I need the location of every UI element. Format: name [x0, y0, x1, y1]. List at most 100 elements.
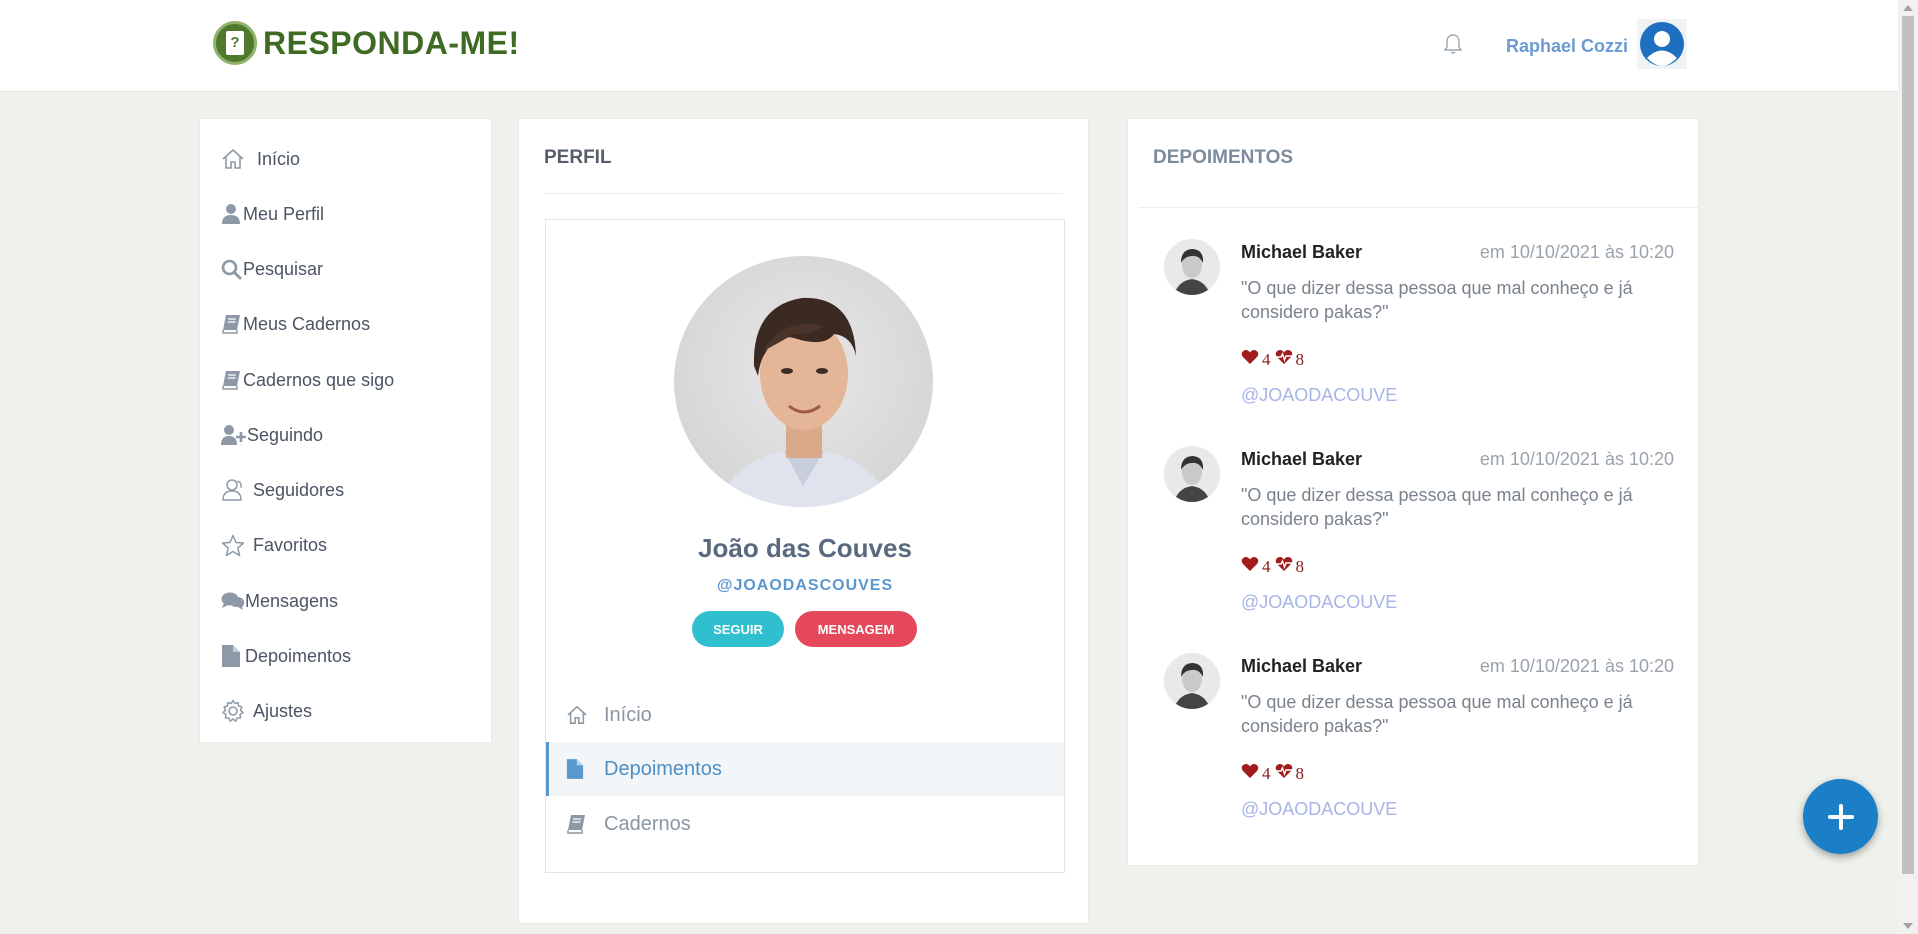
home-icon — [566, 705, 588, 725]
logo-mark-icon: ? — [213, 21, 257, 65]
reactions: 4 8 — [1241, 349, 1308, 370]
home-icon — [221, 147, 247, 171]
logo-mark-glyph: ? — [226, 31, 244, 55]
sidebar-item-favoritos[interactable]: Favoritos — [221, 530, 327, 560]
divider — [544, 193, 1063, 194]
sidebar-item-meu-perfil[interactable]: Meu Perfil — [221, 199, 324, 229]
like-count: 4 — [1262, 763, 1271, 783]
users-icon — [221, 478, 247, 502]
author-avatar[interactable] — [1164, 653, 1220, 709]
testimonial-handle[interactable]: @JOAODACOUVE — [1241, 385, 1397, 406]
author-avatar[interactable] — [1164, 446, 1220, 502]
testimonial-text: "O que dizer dessa pessoa que mal conheç… — [1241, 278, 1633, 322]
current-user-name[interactable]: Raphael Cozzi — [1506, 36, 1628, 57]
sidebar: Início Meu Perfil Pesquisar Meus Caderno… — [199, 118, 492, 743]
sidebar-item-label: Cadernos que sigo — [243, 369, 395, 390]
sidebar-item-seguidores[interactable]: Seguidores — [221, 475, 344, 505]
author-name[interactable]: Michael Baker — [1241, 656, 1362, 677]
scroll-up-arrow-icon[interactable] — [1903, 5, 1913, 11]
testimonial-item: Michael Baker em 10/10/2021 às 10:20 "O … — [1164, 653, 1674, 843]
page-scrollbar[interactable] — [1898, 0, 1918, 934]
sidebar-item-label: Pesquisar — [243, 258, 324, 279]
tab-inicio[interactable]: Início — [546, 688, 1064, 742]
sidebar-item-ajustes[interactable]: Ajustes — [221, 696, 312, 726]
tab-label: Depoimentos — [604, 757, 722, 780]
testimonial-text: "O que dizer dessa pessoa que mal conheç… — [1241, 485, 1633, 529]
file-icon — [221, 644, 245, 668]
tab-depoimentos[interactable]: Depoimentos — [546, 742, 1064, 796]
sidebar-item-label: Seguidores — [253, 479, 345, 500]
file-icon — [566, 758, 588, 780]
profile-panel: PERFIL João das Couves @JOAODASCOUVES SE… — [518, 118, 1089, 924]
heart-pulse-icon[interactable] — [1275, 349, 1293, 370]
profile-panel-title: PERFIL — [544, 147, 612, 168]
sidebar-item-label: Meu Perfil — [243, 203, 325, 224]
author-name[interactable]: Michael Baker — [1241, 242, 1362, 263]
testimonial-handle[interactable]: @JOAODACOUVE — [1241, 799, 1397, 820]
sidebar-item-label: Seguindo — [247, 424, 324, 445]
heart-count: 8 — [1295, 556, 1305, 576]
follow-button[interactable]: SEGUIR — [692, 611, 784, 647]
sidebar-item-label: Depoimentos — [245, 645, 352, 666]
heart-count: 8 — [1295, 763, 1305, 783]
plus-icon — [1827, 803, 1854, 830]
tab-label: Cadernos — [604, 812, 691, 835]
author-avatar[interactable] — [1164, 239, 1220, 295]
sidebar-item-label: Meus Cadernos — [243, 313, 371, 334]
divider — [1138, 207, 1698, 208]
tab-cadernos[interactable]: Cadernos — [546, 797, 1064, 851]
heart-pulse-icon[interactable] — [1275, 556, 1293, 577]
heart-pulse-icon[interactable] — [1275, 763, 1293, 784]
gear-icon — [221, 699, 247, 723]
sidebar-item-inicio[interactable]: Início — [221, 144, 300, 174]
add-fab-button[interactable] — [1803, 779, 1878, 854]
heart-icon[interactable] — [1241, 349, 1259, 370]
heart-icon[interactable] — [1241, 763, 1259, 784]
testimonial-date: em 10/10/2021 às 10:20 — [1479, 449, 1674, 469]
sidebar-item-label: Ajustes — [253, 700, 313, 721]
author-name[interactable]: Michael Baker — [1241, 449, 1362, 470]
book-icon — [566, 814, 588, 834]
user-icon — [221, 202, 243, 226]
current-user-avatar[interactable] — [1637, 19, 1687, 69]
testimonial-date: em 10/10/2021 às 10:20 — [1479, 242, 1674, 262]
like-count: 4 — [1262, 556, 1271, 576]
sidebar-item-depoimentos[interactable]: Depoimentos — [221, 641, 351, 671]
heart-count: 8 — [1295, 349, 1305, 369]
tab-label: Início — [604, 703, 652, 726]
profile-handle[interactable]: @JOAODASCOUVES — [546, 577, 1064, 595]
testimonials-panel: DEPOIMENTOS Michael Baker em 10/10/2021 … — [1127, 118, 1699, 866]
reactions: 4 8 — [1241, 763, 1308, 784]
user-plus-icon — [221, 423, 247, 447]
testimonial-handle[interactable]: @JOAODACOUVE — [1241, 592, 1397, 613]
app-logo[interactable]: ? RESPONDA-ME! — [213, 21, 520, 65]
message-button[interactable]: MENSAGEM — [795, 611, 917, 647]
sidebar-item-meus-cadernos[interactable]: Meus Cadernos — [221, 309, 370, 339]
user-avatar-icon — [1640, 22, 1684, 66]
top-navbar: ? RESPONDA-ME! Raphael Cozzi — [0, 0, 1898, 92]
book-icon — [221, 368, 243, 392]
heart-icon[interactable] — [1241, 556, 1259, 577]
star-icon — [221, 533, 247, 557]
sidebar-item-label: Mensagens — [245, 590, 339, 611]
testimonial-text: "O que dizer dessa pessoa que mal conheç… — [1241, 692, 1633, 736]
testimonial-date: em 10/10/2021 às 10:20 — [1479, 656, 1674, 676]
profile-photo — [674, 256, 933, 507]
profile-name: João das Couves — [698, 533, 912, 563]
book-icon — [221, 312, 243, 336]
scroll-down-arrow-icon[interactable] — [1903, 923, 1913, 929]
scrollbar-thumb[interactable] — [1902, 16, 1914, 874]
testimonials-title: DEPOIMENTOS — [1153, 147, 1294, 168]
search-icon — [221, 257, 243, 281]
notifications-bell-icon[interactable] — [1443, 33, 1463, 55]
sidebar-item-pesquisar[interactable]: Pesquisar — [221, 254, 323, 284]
sidebar-item-seguindo[interactable]: Seguindo — [221, 420, 323, 450]
sidebar-item-mensagens[interactable]: Mensagens — [221, 586, 338, 616]
sidebar-item-cadernos-que-sigo[interactable]: Cadernos que sigo — [221, 365, 394, 395]
like-count: 4 — [1262, 349, 1271, 369]
comments-icon — [221, 589, 245, 613]
sidebar-item-label: Início — [257, 148, 301, 169]
profile-card: João das Couves @JOAODASCOUVES SEGUIR ME… — [545, 219, 1065, 873]
logo-text: RESPONDA-ME! — [263, 24, 520, 61]
testimonial-item: Michael Baker em 10/10/2021 às 10:20 "O … — [1164, 446, 1674, 636]
